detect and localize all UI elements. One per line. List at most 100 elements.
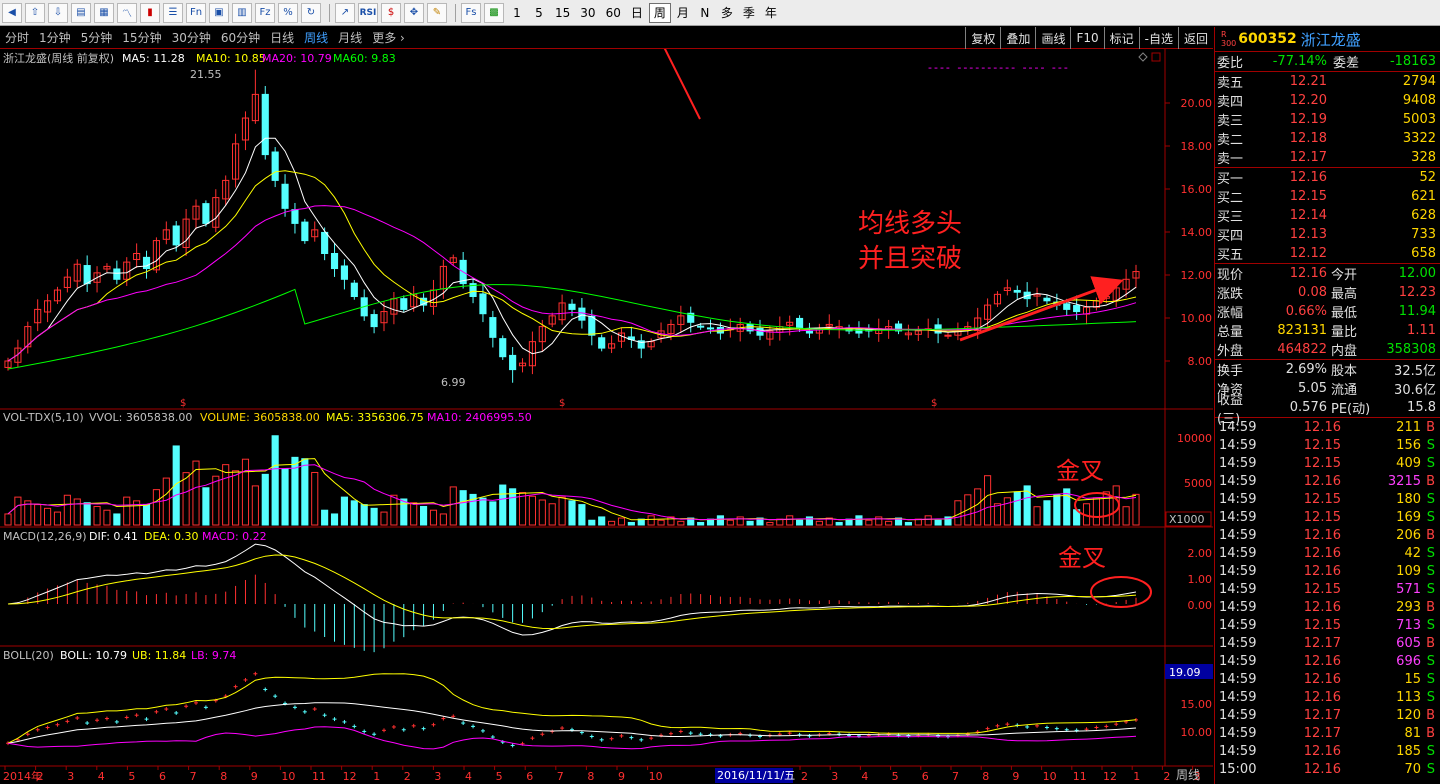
quote-panel: R 300 600352 浙江龙盛 委比 -77.14% 委差 -18163 卖五… [1214,27,1440,784]
f10-icon[interactable]: ▣ [209,2,229,23]
pencil-icon[interactable]: ✎ [427,2,447,23]
stat-row: 收益(三) 0.576 PE(动) 15.8 [1215,393,1440,427]
period-btn-multi[interactable]: 多 [717,3,737,23]
period-tab-monthly[interactable]: 月线 [333,29,367,46]
period-btn-quarter[interactable]: 季 [739,3,759,23]
candle-body [321,231,329,254]
period-btn-day[interactable]: 日 [627,3,647,23]
f10-button[interactable]: F10 [1070,27,1103,49]
draw-button[interactable]: 画线 [1035,27,1070,49]
stat-value: 11.94 [1398,304,1436,319]
fn-icon[interactable]: Fn [186,2,206,23]
list-icon[interactable]: ☰ [163,2,183,23]
ma-lines [7,137,1137,370]
snapshot-icon[interactable]: ▩ [484,2,504,23]
tick-volume: 109 [1396,563,1421,579]
period-btn-week[interactable]: 周 [648,2,671,23]
period-tab-more[interactable]: 更多 › [367,29,410,46]
sell-book: 卖五 12.21 2794 卖四 12.20 9408 卖三 12.19 5003 卖二 12… [1215,72,1440,168]
toolbar-separator [329,3,330,22]
period-btn-30[interactable]: 30 [576,3,599,23]
refresh-icon[interactable]: ↻ [301,2,321,23]
stat-row: 涨跌 0.08 最高 12.23 [1215,283,1440,302]
period-btn-year[interactable]: 年 [761,3,781,23]
period-btn-1[interactable]: 1 [507,3,527,23]
down-icon[interactable]: ⇩ [48,2,68,23]
fs-icon[interactable]: Fs [461,2,481,23]
stock-name: 浙江龙盛 [1300,30,1361,49]
period-btn-60[interactable]: 60 [602,3,625,23]
back-icon[interactable]: ◀ [2,2,22,23]
buy-vol: 733 [1411,227,1436,242]
period-tab-15min[interactable]: 15分钟 [117,29,166,46]
tick-volume: 113 [1396,689,1421,705]
tick-row: 14:59 12.16 185 S [1215,742,1440,760]
tick-time: 14:59 [1219,743,1257,759]
stat-label: 涨幅 [1217,306,1244,321]
dividend-marker: $ [559,398,565,409]
grid-icon[interactable]: ▦ [94,2,114,23]
percent-icon[interactable]: % [278,2,298,23]
tick-list[interactable]: 14:59 12.16 211 B 14:59 12.15 156 S 14:5… [1215,418,1440,778]
move-icon[interactable]: ✥ [404,2,424,23]
buy-price: 12.12 [1289,246,1327,261]
up-icon[interactable]: ⇧ [25,2,45,23]
candle-body [598,337,606,349]
period-btn-5[interactable]: 5 [529,3,549,23]
period-btn-month[interactable]: 月 [673,3,693,23]
volume-bar [4,513,12,526]
line-chart-icon[interactable]: 〽 [117,2,137,23]
tick-direction: B [1426,635,1435,651]
candle-body [1043,297,1051,302]
overlay-button[interactable]: 叠加 [1000,27,1035,49]
period-tab-minute[interactable]: 分时 [0,29,34,46]
time-axis-tab[interactable]: 周线 [1176,768,1200,782]
volume-bars [4,435,1140,526]
info-icon[interactable]: ▥ [232,2,252,23]
period-btn-n[interactable]: N [695,3,715,23]
stat-label: 现价 [1217,268,1244,283]
mark-button[interactable]: 标记 [1103,27,1139,49]
volume-bar [558,496,566,526]
high-label: 21.55 [190,68,222,81]
volume-bar [489,501,497,526]
period-tab-weekly[interactable]: 周线 [299,29,333,46]
candle-body [697,325,705,328]
tick-row: 14:59 12.16 15 S [1215,670,1440,688]
period-btn-15[interactable]: 15 [551,3,574,23]
stat-label: 流通 [1331,383,1358,398]
tick-row: 14:59 12.16 42 S [1215,544,1440,562]
expand-icon[interactable] [1151,52,1161,62]
tick-direction: B [1426,725,1435,741]
kline-chart[interactable]: 浙江龙盛(周线 前复权) MA5: 11.28 MA10: 10.85 MA20… [0,49,1213,784]
stat-value: 5.05 [1298,381,1327,396]
period-tab-30min[interactable]: 30分钟 [167,29,216,46]
time-axis: 2014年2 3 4 5 6 7 8 9 10 11 12 1 2 3 4 5 6 7 8 9 10 2016/11/11… [3,766,1201,783]
tick-row: 14:59 12.15 156 S [1215,436,1440,454]
money-icon[interactable]: $ [381,2,401,23]
boll-legend-boll: BOLL: 10.79 [60,649,127,662]
period-tab-5min[interactable]: 5分钟 [76,29,118,46]
period-tab-1min[interactable]: 1分钟 [34,29,76,46]
fz-icon[interactable]: Fz [255,2,275,23]
tick-time: 14:59 [1219,635,1257,651]
adjust-button[interactable]: 复权 [965,27,1000,49]
stat-label: PE(动) [1331,402,1371,417]
tick-volume: 156 [1396,437,1421,453]
rsi-icon[interactable]: RSI [358,2,378,23]
candle-body [261,93,269,156]
watchlist-button[interactable]: -自选 [1138,27,1178,49]
candle-icon[interactable]: ▮ [140,2,160,23]
stat-label: 最高 [1331,287,1358,302]
period-tab-daily[interactable]: 日线 [265,29,299,46]
period-bar: 分时 1分钟 5分钟 15分钟 30分钟 60分钟 日线 周线 月线 更多 › … [0,27,1213,49]
trend-icon[interactable]: ↗ [335,2,355,23]
macd-dea-line [7,554,1137,630]
period-tab-60min[interactable]: 60分钟 [216,29,265,46]
page-icon[interactable]: ▤ [71,2,91,23]
return-button[interactable]: 返回 [1177,27,1213,49]
tick-price: 12.15 [1303,437,1341,453]
tick-price: 12.15 [1303,455,1341,471]
time-axis-label: 1 [373,770,380,783]
tick-direction: S [1426,491,1435,507]
